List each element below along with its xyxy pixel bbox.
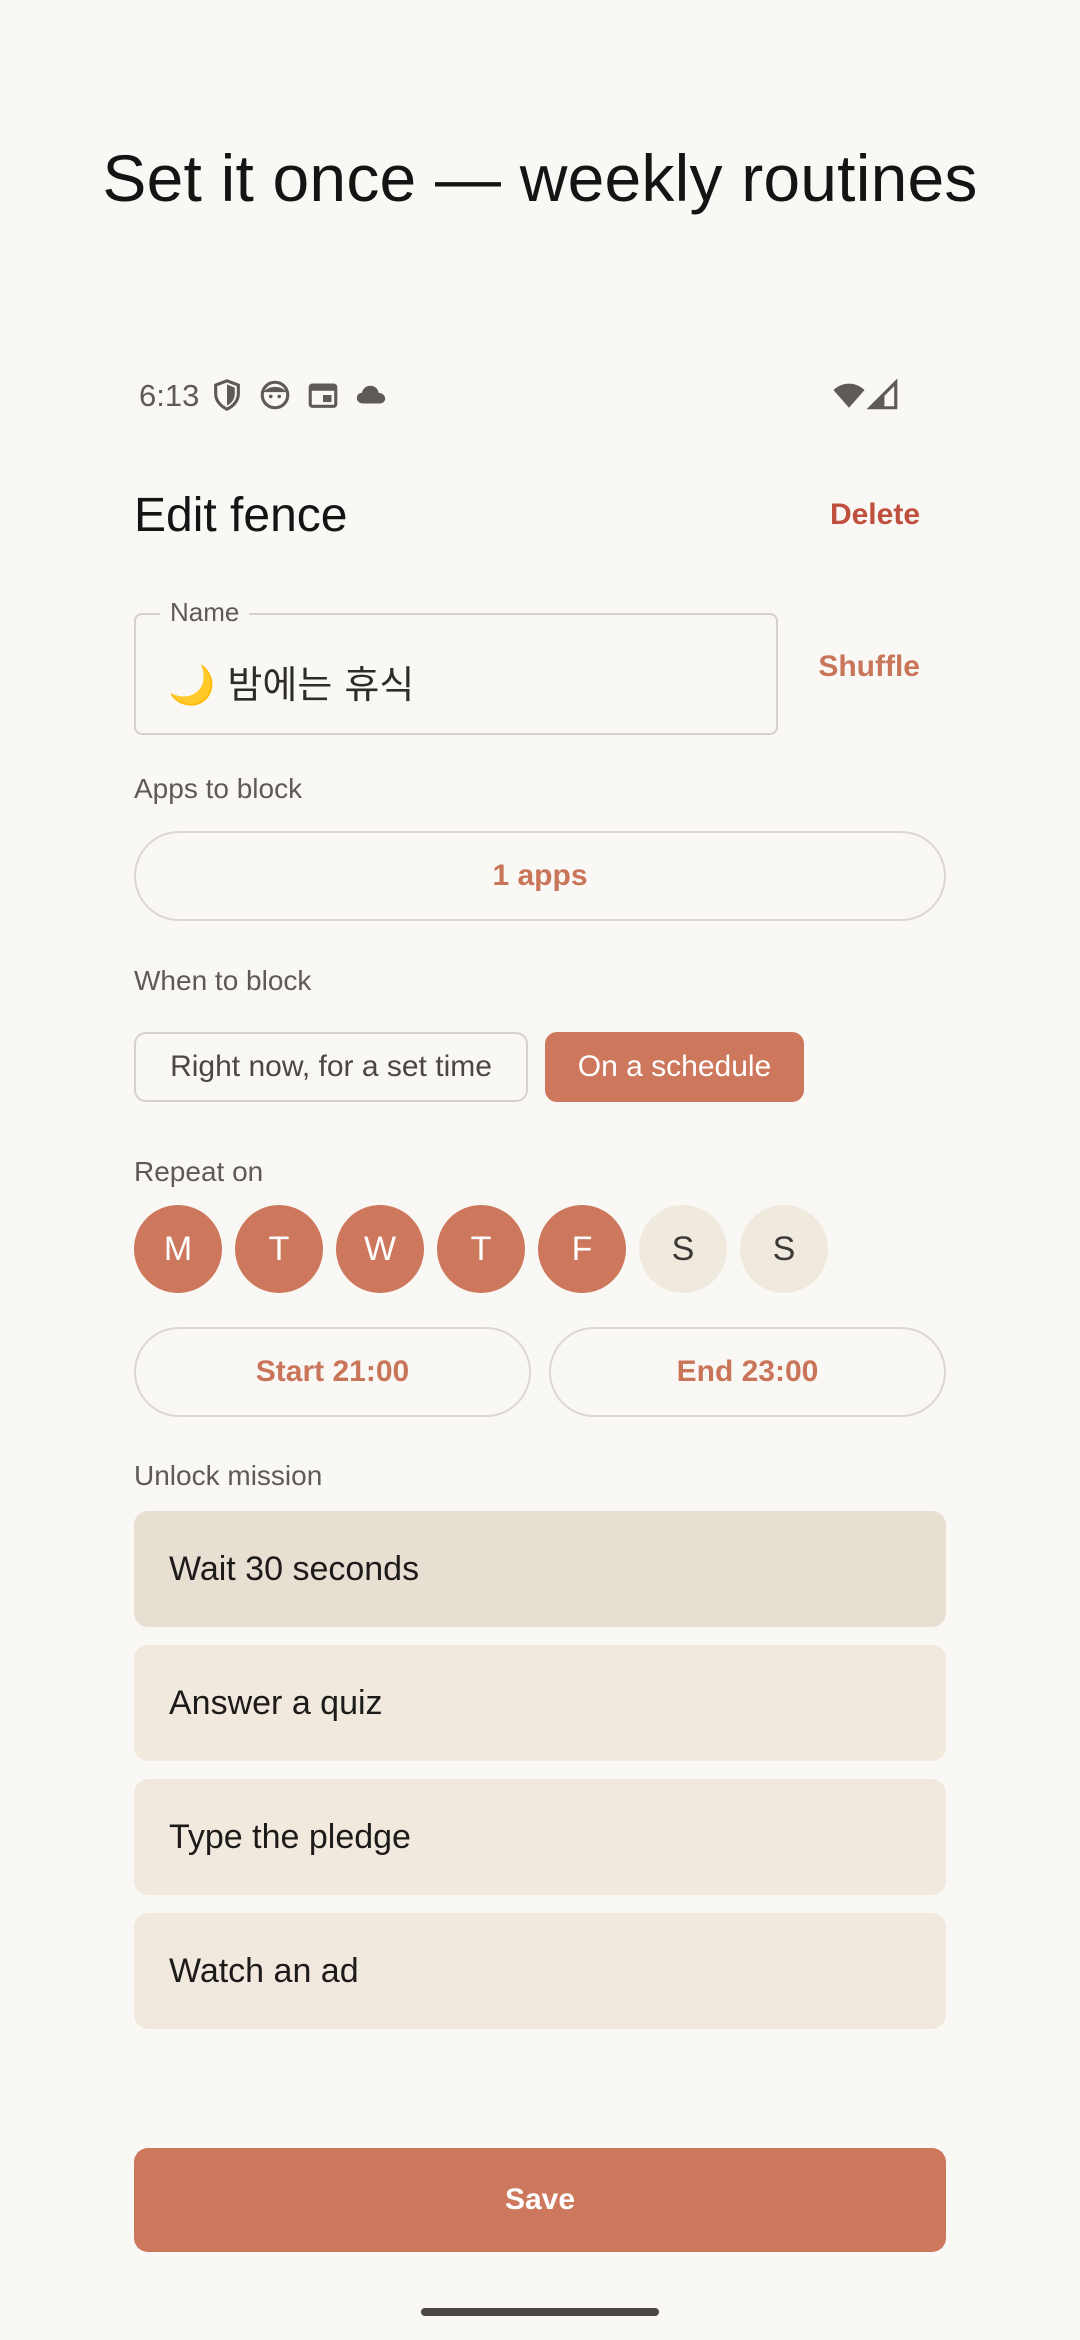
end-time-button[interactable]: End 23:00 [549, 1327, 946, 1417]
save-button[interactable]: Save [134, 2148, 946, 2252]
option-right-now[interactable]: Right now, for a set time [134, 1032, 528, 1102]
shuffle-button[interactable]: Shuffle [818, 650, 920, 684]
day-toggle-tuesday[interactable]: T [235, 1205, 323, 1293]
screenshot-headline: Set it once — weekly routines [102, 141, 978, 215]
name-field-label: Name [160, 597, 250, 628]
option-on-schedule[interactable]: On a schedule [545, 1032, 804, 1102]
mission-option-pledge[interactable]: Type the pledge [134, 1779, 946, 1895]
start-time-button[interactable]: Start 21:00 [134, 1327, 531, 1417]
day-toggle-wednesday[interactable]: W [336, 1205, 424, 1293]
face-icon [258, 378, 292, 412]
mission-option-ad[interactable]: Watch an ad [134, 1913, 946, 2029]
day-toggle-friday[interactable]: F [538, 1205, 626, 1293]
calendar-icon [306, 378, 340, 412]
delete-button[interactable]: Delete [830, 498, 920, 532]
mission-section-label: Unlock mission [134, 1460, 323, 1491]
name-field-value[interactable]: 🌙 밤에는 휴식 [168, 654, 414, 709]
day-toggle-saturday[interactable]: S [639, 1205, 727, 1293]
apps-section-label: Apps to block [134, 773, 303, 804]
cloud-icon [354, 378, 388, 412]
when-section-label: When to block [134, 965, 312, 996]
day-toggle-thursday[interactable]: T [437, 1205, 525, 1293]
day-toggle-monday[interactable]: M [134, 1205, 222, 1293]
select-apps-button[interactable]: 1 apps [134, 831, 946, 921]
status-time: 6:13 [139, 378, 200, 413]
mission-option-wait[interactable]: Wait 30 seconds [134, 1511, 946, 1627]
wifi-icon [832, 378, 866, 412]
page-title: Edit fence [134, 489, 348, 542]
mission-option-quiz[interactable]: Answer a quiz [134, 1645, 946, 1761]
repeat-section-label: Repeat on [134, 1156, 264, 1187]
day-toggle-sunday[interactable]: S [740, 1205, 828, 1293]
shield-icon [210, 378, 244, 412]
home-indicator[interactable] [421, 2308, 659, 2316]
signal-icon [866, 378, 900, 412]
